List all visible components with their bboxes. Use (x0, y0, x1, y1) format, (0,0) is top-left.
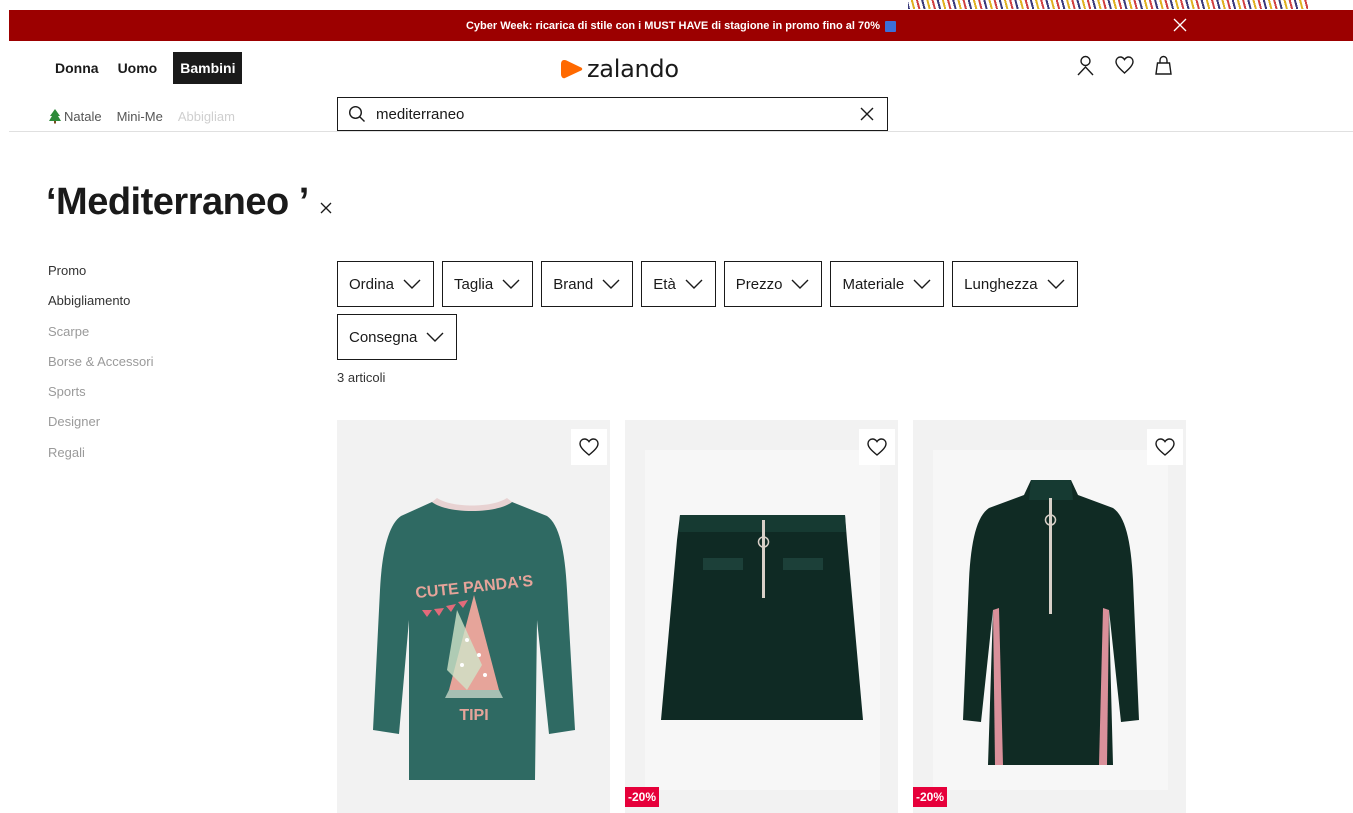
filter-label: Materiale (842, 275, 905, 293)
chevron-down-icon (426, 332, 444, 342)
bag-icon[interactable] (1153, 54, 1174, 77)
header-actions (1075, 54, 1174, 77)
heart-icon (1155, 438, 1175, 456)
banner-text: Cyber Week: ricarica di stile con i MUST… (465, 19, 881, 32)
close-icon[interactable] (1172, 17, 1188, 33)
sidebar-item-abbigliamento[interactable]: Abbigliamento (48, 293, 154, 323)
logo-wordmark: zalando (587, 55, 679, 83)
add-to-wishlist-button[interactable] (571, 429, 607, 465)
product-card[interactable]: -20% (625, 420, 898, 813)
christmas-tree-icon (49, 109, 61, 124)
subnav-item-natale[interactable]: Natale (64, 109, 102, 124)
filter-label: Età (653, 275, 676, 293)
filter-label: Lunghezza (964, 275, 1038, 293)
promo-banner[interactable]: Cyber Week: ricarica di stile con i MUST… (9, 10, 1353, 41)
search-icon (348, 105, 365, 122)
filter-label: Consegna (349, 328, 418, 346)
page-title: ‘Mediterraneo ’ (46, 181, 309, 223)
heart-icon[interactable] (1114, 54, 1135, 77)
flag-icon (885, 21, 897, 32)
search-input[interactable] (376, 105, 836, 123)
site-header: Donna Uomo Bambini zalando (0, 41, 1353, 97)
category-subnav: Natale Mini-Me Abbigliam (48, 108, 250, 124)
filter-label: Brand (553, 275, 594, 293)
product-card[interactable]: CUTE PANDA'S TIPI (337, 420, 610, 813)
zalando-logo[interactable]: zalando (561, 55, 679, 83)
filter-prezzo[interactable]: Prezzo (723, 261, 823, 307)
gender-tab-donna[interactable]: Donna (48, 52, 106, 84)
filter-brand[interactable]: Brand (541, 261, 634, 307)
filter-row: Consegna (337, 314, 1117, 360)
filter-row: Ordina Taglia Brand Età Prezzo Materiale… (337, 261, 1117, 307)
sidebar-item-scarpe[interactable]: Scarpe (48, 324, 154, 354)
product-image (625, 420, 898, 813)
product-print-text-bottom: TIPI (459, 707, 488, 724)
logo-mark-icon (561, 60, 583, 79)
gender-nav: Donna Uomo Bambini (48, 52, 247, 84)
gender-tab-uomo[interactable]: Uomo (111, 52, 165, 84)
subnav-item-mini-me[interactable]: Mini-Me (117, 109, 163, 124)
sidebar-item-sports[interactable]: Sports (48, 384, 154, 414)
chevron-down-icon (791, 279, 809, 289)
filter-ordina[interactable]: Ordina (337, 261, 435, 307)
sidebar-item-designer[interactable]: Designer (48, 414, 154, 444)
filter-lunghezza[interactable]: Lunghezza (952, 261, 1078, 307)
product-image: CUTE PANDA'S TIPI (337, 420, 610, 813)
sidebar-item-promo[interactable]: Promo (48, 263, 154, 293)
heart-icon (867, 438, 887, 456)
clear-search-icon[interactable] (859, 106, 875, 122)
sidebar-item-regali[interactable]: Regali (48, 445, 154, 475)
filter-materiale[interactable]: Materiale (830, 261, 945, 307)
decorative-stripe (908, 0, 1308, 9)
subnav-item-abbigliamento[interactable]: Abbigliam (178, 109, 235, 124)
filter-bar: Ordina Taglia Brand Età Prezzo Materiale… (337, 261, 1117, 367)
search-title: ‘Mediterraneo ’ (46, 181, 333, 224)
discount-badge: -20% (625, 787, 660, 807)
chevron-down-icon (403, 279, 421, 289)
remove-query-icon[interactable] (319, 201, 333, 215)
product-image (913, 420, 1186, 813)
chevron-down-icon (913, 279, 931, 289)
add-to-wishlist-button[interactable] (1147, 429, 1183, 465)
discount-badge: -20% (913, 787, 948, 807)
user-icon[interactable] (1075, 54, 1096, 77)
product-card[interactable]: -20% (913, 420, 1186, 813)
add-to-wishlist-button[interactable] (859, 429, 895, 465)
sidebar-item-borse-accessori[interactable]: Borse & Accessori (48, 354, 154, 384)
filter-eta[interactable]: Età (641, 261, 716, 307)
filter-taglia[interactable]: Taglia (442, 261, 534, 307)
heart-icon (579, 438, 599, 456)
header-divider (9, 131, 1353, 132)
chevron-down-icon (685, 279, 703, 289)
filter-label: Prezzo (735, 275, 783, 293)
chevron-down-icon (1047, 279, 1065, 289)
filter-label: Taglia (454, 275, 494, 293)
filter-label: Ordina (349, 275, 395, 293)
gender-tab-bambini[interactable]: Bambini (173, 52, 243, 84)
search-bar[interactable] (337, 97, 888, 131)
chevron-down-icon (502, 279, 520, 289)
results-count: 3 articoli (337, 370, 386, 385)
category-sidebar: Promo Abbigliamento Scarpe Borse & Acces… (48, 263, 154, 475)
chevron-down-icon (602, 279, 620, 289)
filter-consegna[interactable]: Consegna (337, 314, 458, 360)
